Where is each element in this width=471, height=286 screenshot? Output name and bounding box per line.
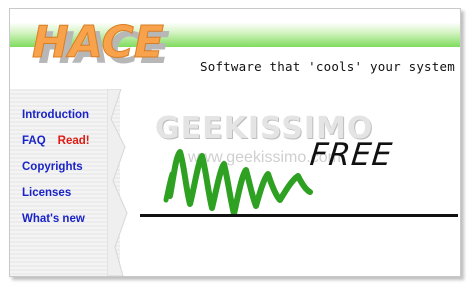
sidebar-item-licenses[interactable]: Licenses bbox=[22, 187, 71, 199]
sidebar-item-faq[interactable]: FAQ Read! bbox=[22, 135, 90, 147]
sidebar-item-label: What's new bbox=[22, 213, 85, 225]
hace-logo: HACE HACE bbox=[32, 17, 170, 75]
tagline: Software that 'cools' your system bbox=[200, 59, 455, 74]
sidebar-item-label: Licenses bbox=[22, 187, 72, 199]
sidebar-item-copyrights[interactable]: Copyrights bbox=[22, 161, 83, 173]
sidebar-edge-decoration bbox=[107, 89, 128, 276]
sidebar-item-label: Copyrights bbox=[22, 161, 83, 173]
sidebar-item-label: Introduction bbox=[22, 109, 90, 121]
app-window: HACE HACE Software that 'cools' your sys… bbox=[9, 8, 461, 277]
sidebar-item-label: FAQ bbox=[22, 135, 46, 147]
free-label: FREE bbox=[308, 137, 395, 173]
logo-text: HACE bbox=[32, 17, 164, 68]
read-badge: Read! bbox=[57, 135, 90, 147]
sidebar-item-whats-new[interactable]: What's new bbox=[22, 213, 85, 225]
sidebar-item-introduction[interactable]: Introduction bbox=[22, 109, 89, 121]
horizontal-divider bbox=[140, 214, 458, 217]
